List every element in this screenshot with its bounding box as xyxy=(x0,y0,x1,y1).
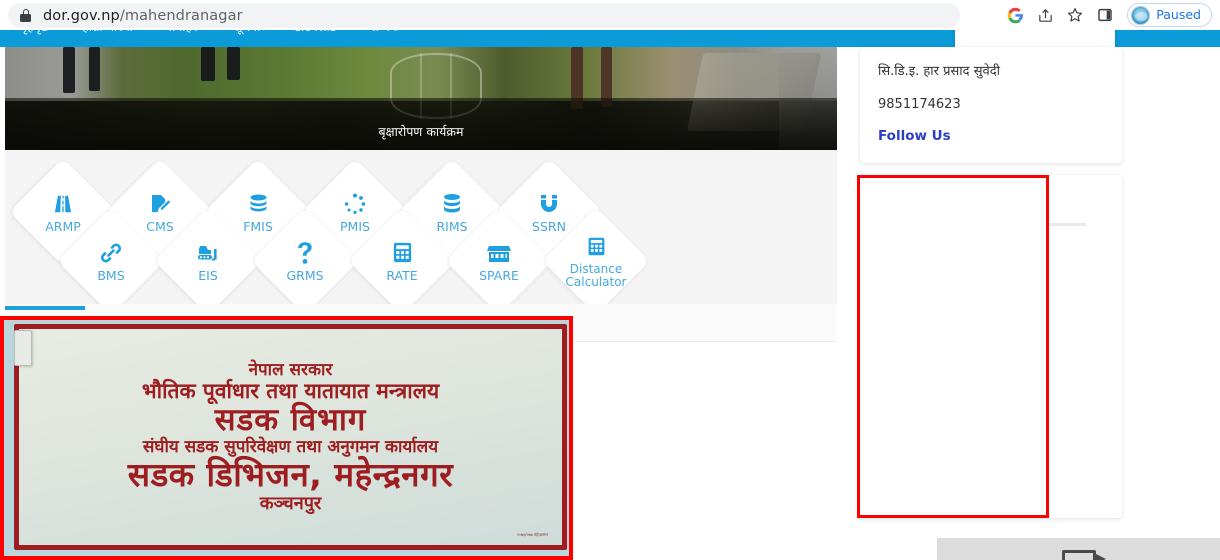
app-tile-label: BMS xyxy=(97,267,125,283)
navbar-items: गृहपृष्ठ हाम्रो बारेमा सेवाहरु सूचना डाउ… xyxy=(20,30,400,35)
nav-item-2[interactable]: सेवाहरु xyxy=(167,30,200,35)
nav-item-3[interactable]: सूचना xyxy=(234,30,261,35)
toolbar-actions: Paused xyxy=(1001,0,1212,30)
magnet-icon xyxy=(537,191,561,217)
signboard-plate: नेपाल सरकार भौतिक पूर्वाधार तथा यातायात … xyxy=(14,324,567,550)
profile-paused-label: Paused xyxy=(1156,6,1201,22)
hero-caption: बृक्षारोपण कार्यक्रम xyxy=(378,124,464,139)
bookmark-star-icon[interactable] xyxy=(1061,1,1089,29)
app-tile-label: EIS xyxy=(198,267,218,283)
link-chain-icon xyxy=(99,240,123,266)
calculator-icon xyxy=(391,240,414,266)
app-tile-label: GRMS xyxy=(286,267,324,283)
contact-person-name: सि.डि.इ. हार प्रसाद सुवेदी xyxy=(878,64,1000,79)
app-shortcuts-panel: ARMP CMS FMIS PMIS RIMS SSRN BMS EIS GRM… xyxy=(5,150,837,304)
contact-card: सि.डि.इ. हार प्रसाद सुवेदी 9851174623 Fo… xyxy=(860,47,1122,163)
google-icon[interactable] xyxy=(1001,1,1029,29)
information-officer-annotation xyxy=(857,175,1049,518)
coins-icon xyxy=(246,191,271,217)
address-bar[interactable]: dor.gov.np/mahendranagar xyxy=(8,3,960,28)
signboard-line-3: सडक विभाग xyxy=(214,401,367,438)
database-icon xyxy=(440,191,464,217)
calculator-grid-icon xyxy=(586,234,607,260)
signboard-line-6: कञ्चनपुर xyxy=(259,493,322,515)
url-host: dor.gov.np xyxy=(43,7,120,24)
nav-item-1[interactable]: हाम्रो बारेमा xyxy=(82,30,133,35)
nav-dropdown-row: सम्पर्क भाषा xyxy=(965,30,1105,33)
share-icon[interactable] xyxy=(1031,1,1059,29)
follow-us-link[interactable]: Follow Us xyxy=(878,128,1104,144)
side-panel-glyph xyxy=(1098,8,1113,22)
profile-pill[interactable]: Paused xyxy=(1127,3,1212,27)
nav-item-0[interactable]: गृहपृष्ठ xyxy=(20,30,48,35)
corner-video-widget[interactable] xyxy=(937,538,1220,560)
nav-item-5[interactable]: सम्पर्क xyxy=(370,30,399,35)
signboard-line-4: संघीय सडक सुपरिवेक्षण तथा अनुगमन कार्याल… xyxy=(142,437,439,458)
app-tile-label: RATE xyxy=(386,267,418,283)
google-g-glyph xyxy=(1007,7,1023,23)
contact-phone: 9851174623 xyxy=(878,97,961,112)
active-tab-indicator[interactable] xyxy=(5,306,85,310)
bulldozer-icon xyxy=(195,240,221,266)
signboard-line-5: सडक डिभिजन, महेन्द्रनगर xyxy=(127,455,454,495)
contract-edit-icon xyxy=(148,191,172,217)
main-column: बृक्षारोपण कार्यक्रम ARMP CMS FMIS PMIS … xyxy=(5,47,837,342)
star-glyph xyxy=(1068,8,1083,22)
nav-dropdown-right-label[interactable]: भाषा xyxy=(1083,30,1105,33)
page-viewport: गृहपृष्ठ हाम्रो बारेमा सेवाहरु सूचना डाउ… xyxy=(0,30,1220,560)
url-text: dor.gov.np/mahendranagar xyxy=(43,8,243,24)
nav-dropdown-left-label[interactable]: सम्पर्क xyxy=(965,30,993,33)
url-path: /mahendranagar xyxy=(119,7,243,24)
question-mark-icon xyxy=(295,240,315,266)
sign-mount-bracket xyxy=(14,330,32,366)
store-icon xyxy=(486,240,512,266)
profile-avatar xyxy=(1131,5,1151,25)
share-glyph xyxy=(1039,8,1052,22)
spinner-dots-icon xyxy=(343,191,367,217)
app-tile-label: Distance Calculator xyxy=(565,261,627,289)
side-panel-icon[interactable] xyxy=(1091,1,1119,29)
signboard-line-1: नेपाल सरकार xyxy=(248,359,333,380)
lock-icon xyxy=(20,9,31,22)
signboard-line-2: भौतिक पूर्वाधार तथा यातायात मन्त्रालय xyxy=(141,378,440,403)
signboard-credit: २०७६/०७७ महेन्द्रनगर xyxy=(516,531,548,537)
office-signboard-image[interactable]: नेपाल सरकार भौतिक पूर्वाधार तथा यातायात … xyxy=(0,316,573,560)
road-icon xyxy=(51,191,75,217)
app-tile-label: SPARE xyxy=(479,267,519,283)
browser-toolbar: dor.gov.np/mahendranagar Paused xyxy=(0,0,1220,30)
hero-banner[interactable]: बृक्षारोपण कार्यक्रम xyxy=(5,47,837,150)
video-player-icon xyxy=(1061,550,1106,560)
nav-item-4[interactable]: डाउनलोड xyxy=(294,30,336,35)
